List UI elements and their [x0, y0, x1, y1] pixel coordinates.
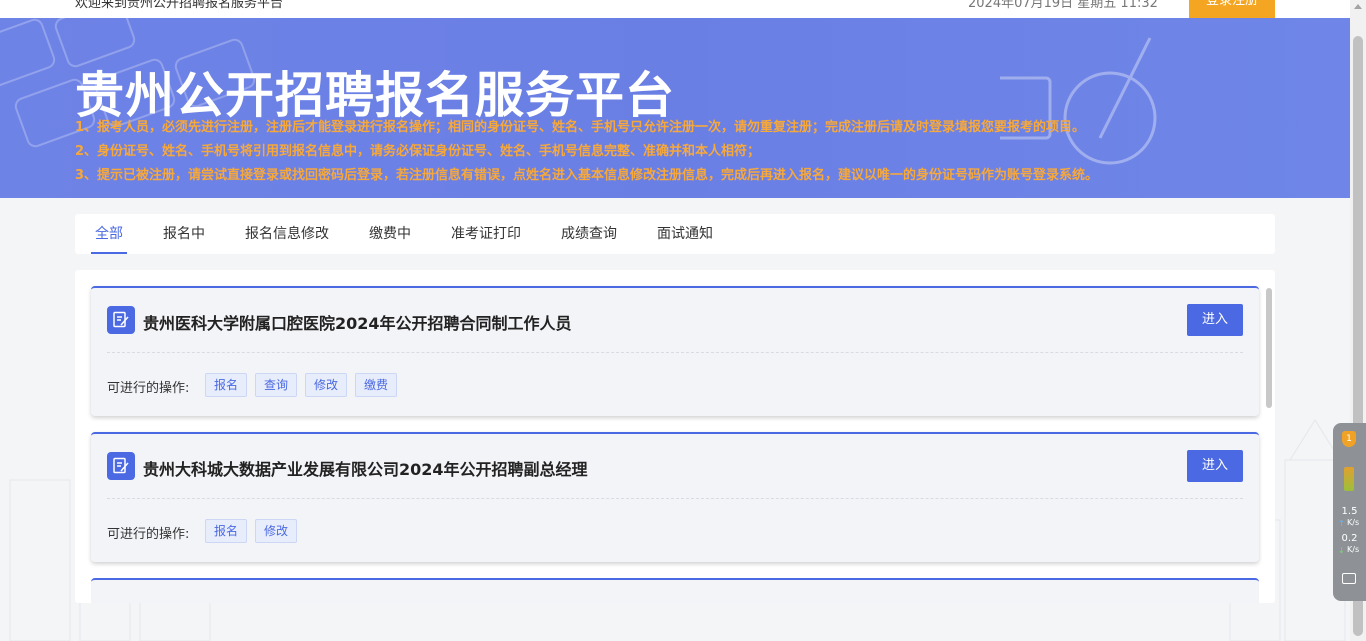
- tab-admission-ticket[interactable]: 准考证打印: [451, 214, 521, 254]
- note-line: 2、身份证号、姓名、手机号将引用到报名信息中，请务必保证身份证号、姓名、手机号信…: [75, 144, 761, 159]
- edit-document-icon: [107, 452, 135, 480]
- recruitment-title[interactable]: 贵州大科城大数据产业发展有限公司2024年公开招聘副总经理: [143, 456, 588, 480]
- divider: [107, 498, 1243, 499]
- operations-label: 可进行的操作:: [107, 527, 190, 542]
- edit-document-icon: [107, 306, 135, 334]
- enter-button[interactable]: 进入: [1187, 450, 1243, 482]
- recruitment-list: 贵州医科大学附属口腔医院2024年公开招聘合同制工作人员 进入 可进行的操作: …: [75, 270, 1275, 603]
- speed-meter: [1344, 467, 1354, 491]
- list-scrollbar-thumb[interactable]: [1266, 288, 1272, 408]
- recruitment-card: 贵州医科大学附属口腔医院2024年公开招聘合同制工作人员 进入 可进行的操作: …: [91, 286, 1259, 416]
- divider: [107, 352, 1243, 353]
- enter-button[interactable]: 进入: [1187, 304, 1243, 336]
- tab-interview-notice[interactable]: 面试通知: [657, 214, 713, 254]
- date-text: 2024年07月19日 星期五 11:32: [968, 0, 1158, 11]
- banner: 贵州公开招聘报名服务平台 1、报考人员，必须先进行注册，注册后才能登录进行报名操…: [0, 18, 1350, 198]
- top-bar: 欢迎来到贵州公开招聘报名服务平台 2024年07月19日 星期五 11:32 登…: [0, 0, 1350, 18]
- camera-icon[interactable]: [1342, 573, 1356, 584]
- download-arrow-icon: ↓: [1338, 546, 1345, 555]
- op-pay-tag[interactable]: 缴费: [355, 373, 398, 397]
- op-modify-tag[interactable]: 修改: [255, 519, 298, 543]
- op-register-tag[interactable]: 报名: [205, 373, 248, 397]
- welcome-text: 欢迎来到贵州公开招聘报名服务平台: [75, 0, 284, 11]
- note-line: 3、提示已被注册，请尝试直接登录或找回密码后登录，若注册信息有错误，点姓名进入基…: [75, 168, 1099, 183]
- login-register-button[interactable]: 登录注册: [1189, 0, 1275, 18]
- upload-arrow-icon: ↑: [1338, 519, 1345, 528]
- download-speed: 0.2: [1341, 533, 1358, 544]
- op-query-tag[interactable]: 查询: [255, 373, 298, 397]
- registration-notes: 1、报考人员，必须先进行注册，注册后才能登录进行报名操作；相同的身份证号、姓名、…: [75, 116, 1275, 188]
- op-register-tag[interactable]: 报名: [205, 519, 248, 543]
- op-modify-tag[interactable]: 修改: [305, 373, 348, 397]
- upload-unit: K/s: [1347, 518, 1360, 527]
- tab-payment[interactable]: 缴费中: [369, 214, 411, 254]
- download-unit: K/s: [1347, 545, 1360, 554]
- scroll-up-arrow-icon[interactable]: [1354, 4, 1362, 9]
- list-scrollbar[interactable]: [1266, 286, 1272, 596]
- note-line: 1、报考人员，必须先进行注册，注册后才能登录进行报名操作；相同的身份证号、姓名、…: [75, 120, 1086, 135]
- network-speed-widget[interactable]: 1 1.5 ↑ K/s 0.2 ↓ K/s: [1333, 423, 1366, 601]
- shield-badge-icon: 1: [1342, 431, 1356, 447]
- tab-score-query[interactable]: 成绩查询: [561, 214, 617, 254]
- tab-edit-registration[interactable]: 报名信息修改: [245, 214, 329, 254]
- tab-all[interactable]: 全部: [91, 214, 127, 254]
- recruitment-card: 贵州大科城大数据产业发展有限公司2024年公开招聘副总经理 进入 可进行的操作:…: [91, 432, 1259, 562]
- tab-bar: 全部 报名中 报名信息修改 缴费中 准考证打印 成绩查询 面试通知: [75, 214, 1275, 254]
- recruitment-card-partial: [91, 578, 1259, 603]
- tab-registering[interactable]: 报名中: [163, 214, 205, 254]
- operations-label: 可进行的操作:: [107, 381, 190, 396]
- recruitment-title[interactable]: 贵州医科大学附属口腔医院2024年公开招聘合同制工作人员: [143, 310, 572, 334]
- upload-speed: 1.5: [1341, 506, 1358, 517]
